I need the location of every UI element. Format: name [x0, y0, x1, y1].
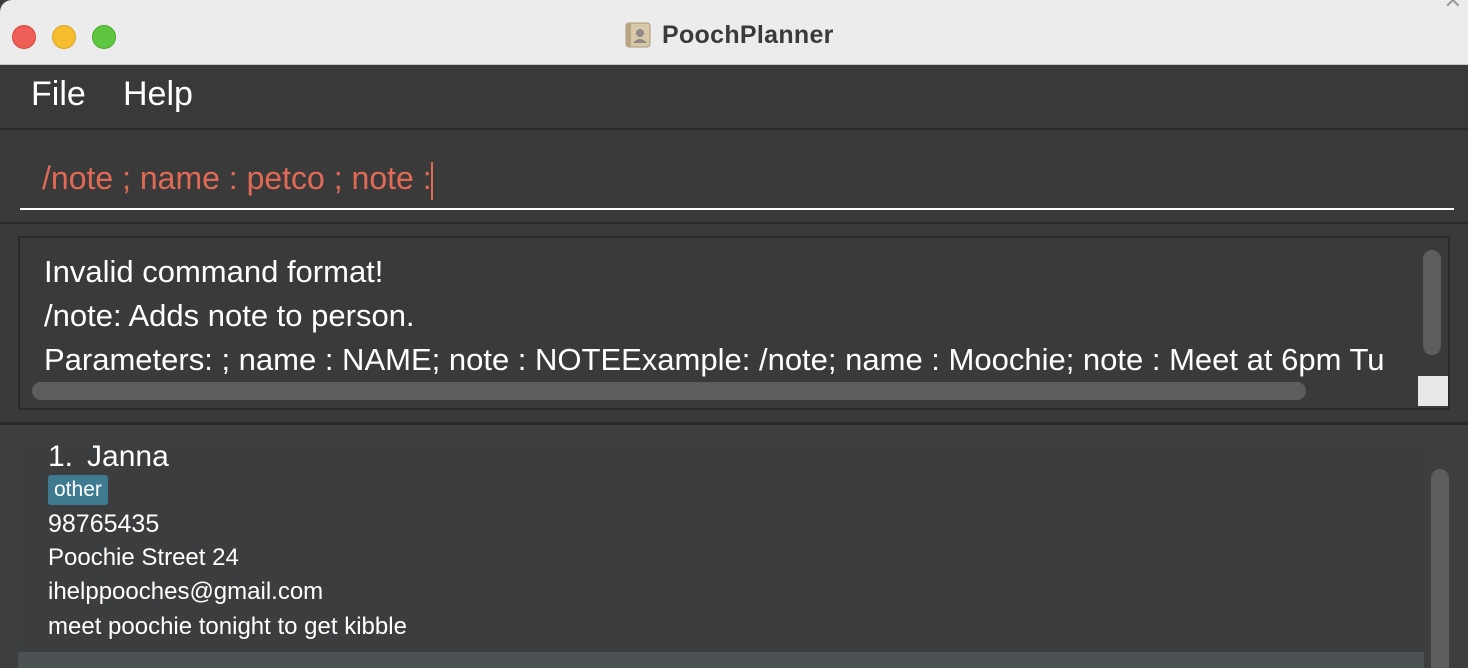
menu-help[interactable]: Help [123, 75, 193, 114]
maximize-window-button[interactable] [92, 25, 116, 49]
person-phone: 98765435 [48, 510, 160, 538]
result-horizontal-scrollbar[interactable] [32, 382, 1306, 400]
window-title: PoochPlanner [662, 20, 834, 49]
result-display-area: Invalid command format! /note: Adds note… [0, 224, 1468, 425]
command-input[interactable] [20, 148, 1454, 210]
person-card[interactable]: 1. Janna other 98765435 Poochie Street 24… [18, 440, 1424, 652]
result-vertical-scrollbar[interactable] [1423, 250, 1441, 355]
close-window-button[interactable] [12, 25, 36, 49]
person-index: 1. [48, 440, 74, 473]
person-note: meet poochie tonight to get kibble [48, 613, 407, 640]
next-person-card[interactable] [18, 652, 1424, 668]
app-window: PoochPlanner ✕ File Help Invalid command… [0, 0, 1468, 668]
person-tag: other [48, 475, 108, 505]
address-book-icon [625, 22, 651, 48]
person-email: ihelppooches@gmail.com [48, 578, 324, 605]
list-vertical-scrollbar[interactable] [1431, 469, 1449, 668]
minimize-window-button[interactable] [52, 25, 76, 49]
person-name: Janna [87, 440, 169, 473]
scroll-corner [1418, 376, 1448, 406]
window-title-group: PoochPlanner [624, 20, 834, 50]
menu-bar: File Help [0, 65, 1468, 130]
result-line: Parameters: ; name : NAME; note : NOTEEx… [44, 342, 1385, 377]
person-name-row: 1. Janna [48, 440, 169, 474]
result-line: /note: Adds note to person. [44, 298, 415, 333]
person-list: 1. Janna other 98765435 Poochie Street 24… [0, 425, 1468, 668]
result-line: Invalid command format! [44, 254, 384, 289]
text-cursor [431, 162, 433, 200]
corner-close-icon[interactable]: ✕ [1444, 0, 1462, 14]
menu-file[interactable]: File [31, 75, 86, 114]
result-display[interactable]: Invalid command format! /note: Adds note… [18, 236, 1450, 410]
title-bar: PoochPlanner ✕ [0, 0, 1468, 65]
person-address: Poochie Street 24 [48, 544, 239, 571]
command-area [0, 130, 1468, 224]
